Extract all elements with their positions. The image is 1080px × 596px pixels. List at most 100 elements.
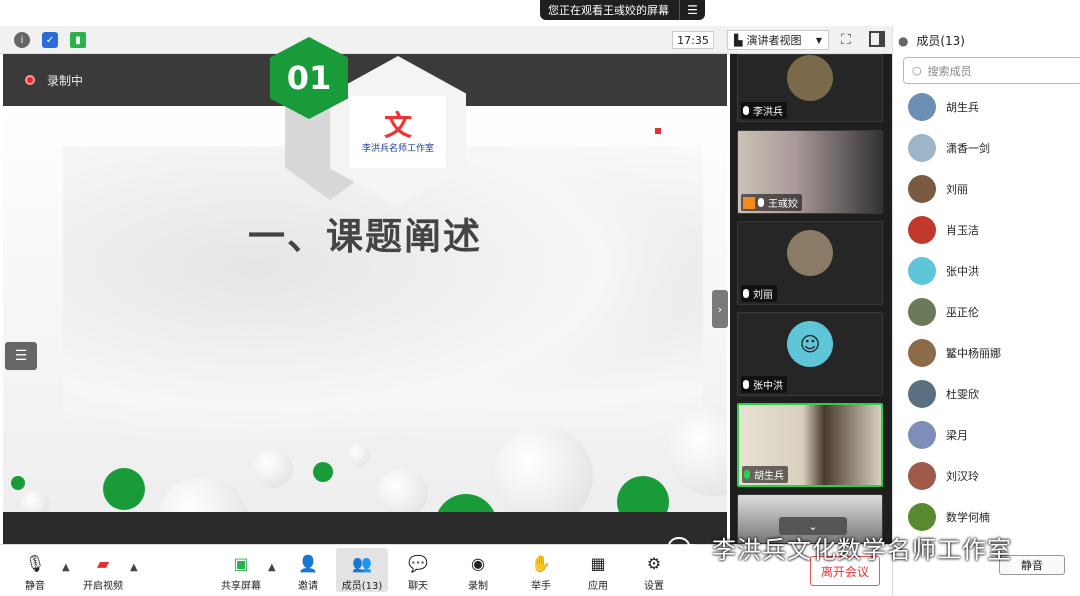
decor-green-circle <box>435 494 497 512</box>
view-mode-label: 演讲者视图 <box>746 34 802 47</box>
collapse-gallery-button[interactable]: › <box>712 290 728 328</box>
share-screen-label: 共享屏幕 <box>221 581 261 592</box>
members-label: 成员(13) <box>341 581 383 592</box>
add-user-icon: 👤 <box>298 553 318 573</box>
member-name: 数学何楠 <box>946 511 990 524</box>
video-tile[interactable]: 李洪兵 <box>737 54 883 122</box>
invite-label: 邀请 <box>298 581 318 592</box>
video-tile[interactable]: 刘丽 <box>737 221 883 305</box>
decor-circle <box>348 444 370 466</box>
apps-button[interactable]: ▦ 应用 <box>570 548 626 593</box>
avatar <box>908 421 936 449</box>
decor-circle <box>158 476 248 512</box>
member-item[interactable]: 鳘中杨丽娜 <box>908 338 1001 368</box>
raise-hand-button[interactable]: ✋ 举手 <box>513 548 569 593</box>
signal-icon[interactable]: ▮ <box>70 32 86 48</box>
decor-circle <box>21 490 49 512</box>
search-placeholder: 搜索成员 <box>927 64 972 78</box>
participant-name: 胡生兵 <box>754 471 784 482</box>
decor-green-circle <box>103 468 145 510</box>
user-icon: ● <box>898 34 909 48</box>
member-item[interactable]: 潇香一剑 <box>908 133 990 163</box>
member-item[interactable]: 梁月 <box>908 420 968 450</box>
member-item[interactable]: 数学何楠 <box>908 502 990 532</box>
member-item[interactable]: 刘丽 <box>908 174 968 204</box>
sidebar-toggle-icon[interactable] <box>869 31 885 47</box>
record-button[interactable]: ◉ 录制 <box>450 548 506 593</box>
member-item[interactable]: 肖玉洁 <box>908 215 979 245</box>
share-screen-button[interactable]: ▣ 共享屏幕 <box>213 548 269 593</box>
member-item[interactable]: 胡生兵 <box>908 92 979 122</box>
cursor-icon <box>655 128 661 134</box>
mic-icon <box>744 470 750 479</box>
video-tile[interactable]: ☺ 张中洪 <box>737 312 883 396</box>
video-tile[interactable]: 王彧姣 <box>737 130 883 214</box>
chevron-down-icon: ▼ <box>815 35 822 45</box>
decor-circle <box>378 468 428 512</box>
raise-hand-label: 举手 <box>531 581 551 592</box>
settings-label: 设置 <box>644 581 664 592</box>
member-item[interactable]: 杜雯欣 <box>908 379 979 409</box>
avatar <box>908 503 936 531</box>
info-icon[interactable]: i <box>14 32 30 48</box>
video-gallery: 李洪兵 王彧姣 刘丽 ☺ 张中洪 胡生兵 <box>730 54 892 544</box>
shield-icon[interactable]: ✓ <box>42 32 58 48</box>
chat-icon: 💬 <box>408 553 428 573</box>
member-name: 潇香一剑 <box>946 142 990 155</box>
recording-label: 录制中 <box>47 73 84 88</box>
member-name: 肖玉洁 <box>946 224 979 237</box>
users-icon: 👥 <box>352 553 372 573</box>
chat-button[interactable]: 💬 聊天 <box>390 548 446 593</box>
mute-button[interactable]: 🎙 静音 <box>7 548 63 593</box>
search-members-input[interactable]: ○ 搜索成员 <box>903 57 1080 84</box>
member-item[interactable]: 张中洪 <box>908 256 979 286</box>
member-name: 张中洪 <box>946 265 979 278</box>
recording-icon <box>25 75 35 85</box>
avatar <box>787 230 833 276</box>
list-icon[interactable]: ☰ <box>5 342 37 370</box>
decor-green-circle <box>617 476 669 512</box>
gear-icon: ⚙ <box>646 553 662 573</box>
chevron-up-icon[interactable]: ▲ <box>268 562 276 573</box>
record-label: 录制 <box>468 581 488 592</box>
avatar: ☺ <box>787 321 833 367</box>
members-button[interactable]: 👥 成员(13) <box>336 548 388 592</box>
microphone-icon: 🎙 <box>24 553 46 573</box>
member-name: 刘汉玲 <box>946 470 979 483</box>
mic-icon <box>758 198 764 207</box>
search-icon: ○ <box>912 64 922 77</box>
member-item[interactable]: 巫正伦 <box>908 297 979 327</box>
member-item[interactable]: 刘汉玲 <box>908 461 979 491</box>
share-screen-icon: ▣ <box>233 553 249 573</box>
member-name: 梁月 <box>946 429 968 442</box>
participant-name: 李洪兵 <box>753 107 783 118</box>
chevron-up-icon[interactable]: ▲ <box>130 562 138 573</box>
avatar <box>908 462 936 490</box>
mic-icon <box>743 380 749 389</box>
invite-button[interactable]: 👤 邀请 <box>280 548 336 593</box>
view-mode-select[interactable]: ▙ 演讲者视图 ▼ <box>727 30 829 50</box>
viewing-screen-banner: 您正在观看王彧姣的屏幕 ☰ <box>540 0 705 20</box>
member-name: 杜雯欣 <box>946 388 979 401</box>
studio-logo: 文 李洪兵名师工作室 <box>350 96 446 168</box>
avatar <box>908 93 936 121</box>
logo-mark: 文 <box>383 108 412 142</box>
decor-green-circle <box>11 476 25 490</box>
menu-icon[interactable]: ☰ <box>679 0 705 20</box>
member-name: 刘丽 <box>946 183 968 196</box>
avatar <box>908 380 936 408</box>
avatar <box>908 298 936 326</box>
member-name: 巫正伦 <box>946 306 979 319</box>
logo-text: 李洪兵名师工作室 <box>361 143 434 154</box>
record-icon: ◉ <box>471 553 485 573</box>
member-name: 鳘中杨丽娜 <box>946 347 1001 360</box>
avatar <box>908 216 936 244</box>
wechat-icon <box>668 535 704 561</box>
video-tile-active-speaker[interactable]: 胡生兵 <box>737 403 883 487</box>
participant-name: 王彧姣 <box>768 199 798 210</box>
mute-label: 静音 <box>25 581 45 592</box>
chevron-up-icon[interactable]: ▲ <box>62 562 70 573</box>
decor-circle <box>253 448 293 488</box>
fullscreen-icon[interactable]: ⛶ <box>841 32 851 48</box>
start-video-button[interactable]: ▰ 开启视频 <box>75 548 131 593</box>
